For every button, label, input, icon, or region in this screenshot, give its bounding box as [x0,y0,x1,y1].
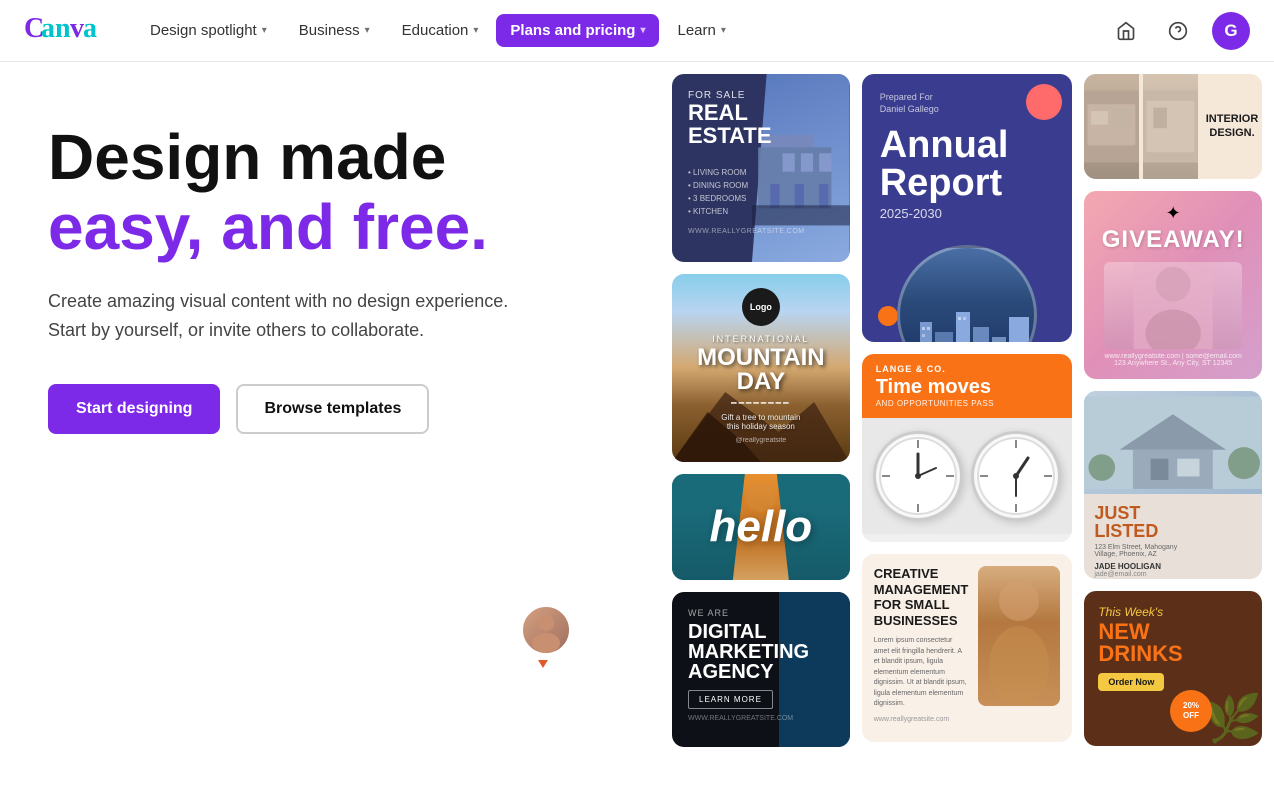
nav-items: Design spotlight ▾ Business ▾ Education … [136,14,1108,47]
nav-education[interactable]: Education ▾ [388,14,493,47]
chevron-down-icon: ▾ [721,25,726,36]
navbar: C a n v a Design spotlight ▾ Business ▾ … [0,0,1274,62]
chevron-down-icon: ▾ [262,25,267,36]
template-col-1: FOR SALE REAL ESTATE • LIVING ROOM• DINI… [672,74,850,794]
template-card-just-listed[interactable]: JUSTLISTED 123 Elm Street, MahoganyVilla… [1084,391,1262,579]
chevron-down-icon: ▾ [365,25,370,36]
template-card-annual-report[interactable]: Prepared For Daniel Gallego AnnualReport… [862,74,1073,342]
template-card-new-drinks[interactable]: This Week's NEWDRINKS Order Now 20%OFF 🌿 [1084,591,1262,746]
svg-text:n: n [55,13,71,43]
template-card-interior[interactable]: INTERIORDESIGN. [1084,74,1262,179]
chevron-down-icon: ▾ [640,25,645,36]
template-card-creative-mgmt[interactable]: CREATIVEMANAGEMENTFOR SMALLBUSINESSES Lo… [862,554,1073,742]
start-designing-button[interactable]: Start designing [48,384,220,434]
template-card-digital-agency[interactable]: WE ARE DIGITALMARKETINGAGENCY LEARN MORE… [672,592,850,747]
collaborator-avatar [520,604,572,656]
hero-section: Design made easy, and free. Create amazi… [0,62,660,794]
cursor-bubble [520,604,580,664]
hero-buttons: Start designing Browse templates [48,384,612,434]
browse-templates-button[interactable]: Browse templates [236,384,429,434]
svg-text:v: v [70,13,84,43]
template-card-hello[interactable]: hello [672,474,850,580]
hero-subtitle: Create amazing visual content with no de… [48,287,528,345]
template-card-mountain[interactable]: Logo INTERNATIONAL MOUNTAINDAY ━━━━━━━━ … [672,274,850,462]
nav-learn[interactable]: Learn ▾ [663,14,739,47]
svg-text:a: a [83,13,97,43]
main-content: Design made easy, and free. Create amazi… [0,62,1274,794]
nav-design-spotlight[interactable]: Design spotlight ▾ [136,14,281,47]
home-button[interactable] [1108,13,1144,49]
help-button[interactable] [1160,13,1196,49]
chevron-down-icon: ▾ [473,25,478,36]
avatar[interactable]: G [1212,12,1250,50]
nav-business[interactable]: Business ▾ [285,14,384,47]
template-card-real-estate[interactable]: FOR SALE REAL ESTATE • LIVING ROOM• DINI… [672,74,850,262]
logo[interactable]: C a n v a [24,11,104,50]
template-col-3: INTERIORDESIGN. ✦ GIVEAWAY! www.reallygr… [1084,74,1262,794]
template-card-giveaway[interactable]: ✦ GIVEAWAY! www.reallygreatsite.com | so… [1084,191,1262,379]
svg-text:a: a [41,13,55,43]
hero-title-line2: easy, and free. [48,192,612,262]
nav-right: G [1108,12,1250,50]
template-card-time-moves[interactable]: LANGE & CO. Time moves AND OPPORTUNITIES… [862,354,1073,542]
hero-title-line1: Design made [48,122,612,192]
nav-plans-pricing[interactable]: Plans and pricing ▾ [496,14,659,47]
templates-area: FOR SALE REAL ESTATE • LIVING ROOM• DINI… [660,62,1274,794]
template-col-2: Prepared For Daniel Gallego AnnualReport… [862,74,1073,794]
